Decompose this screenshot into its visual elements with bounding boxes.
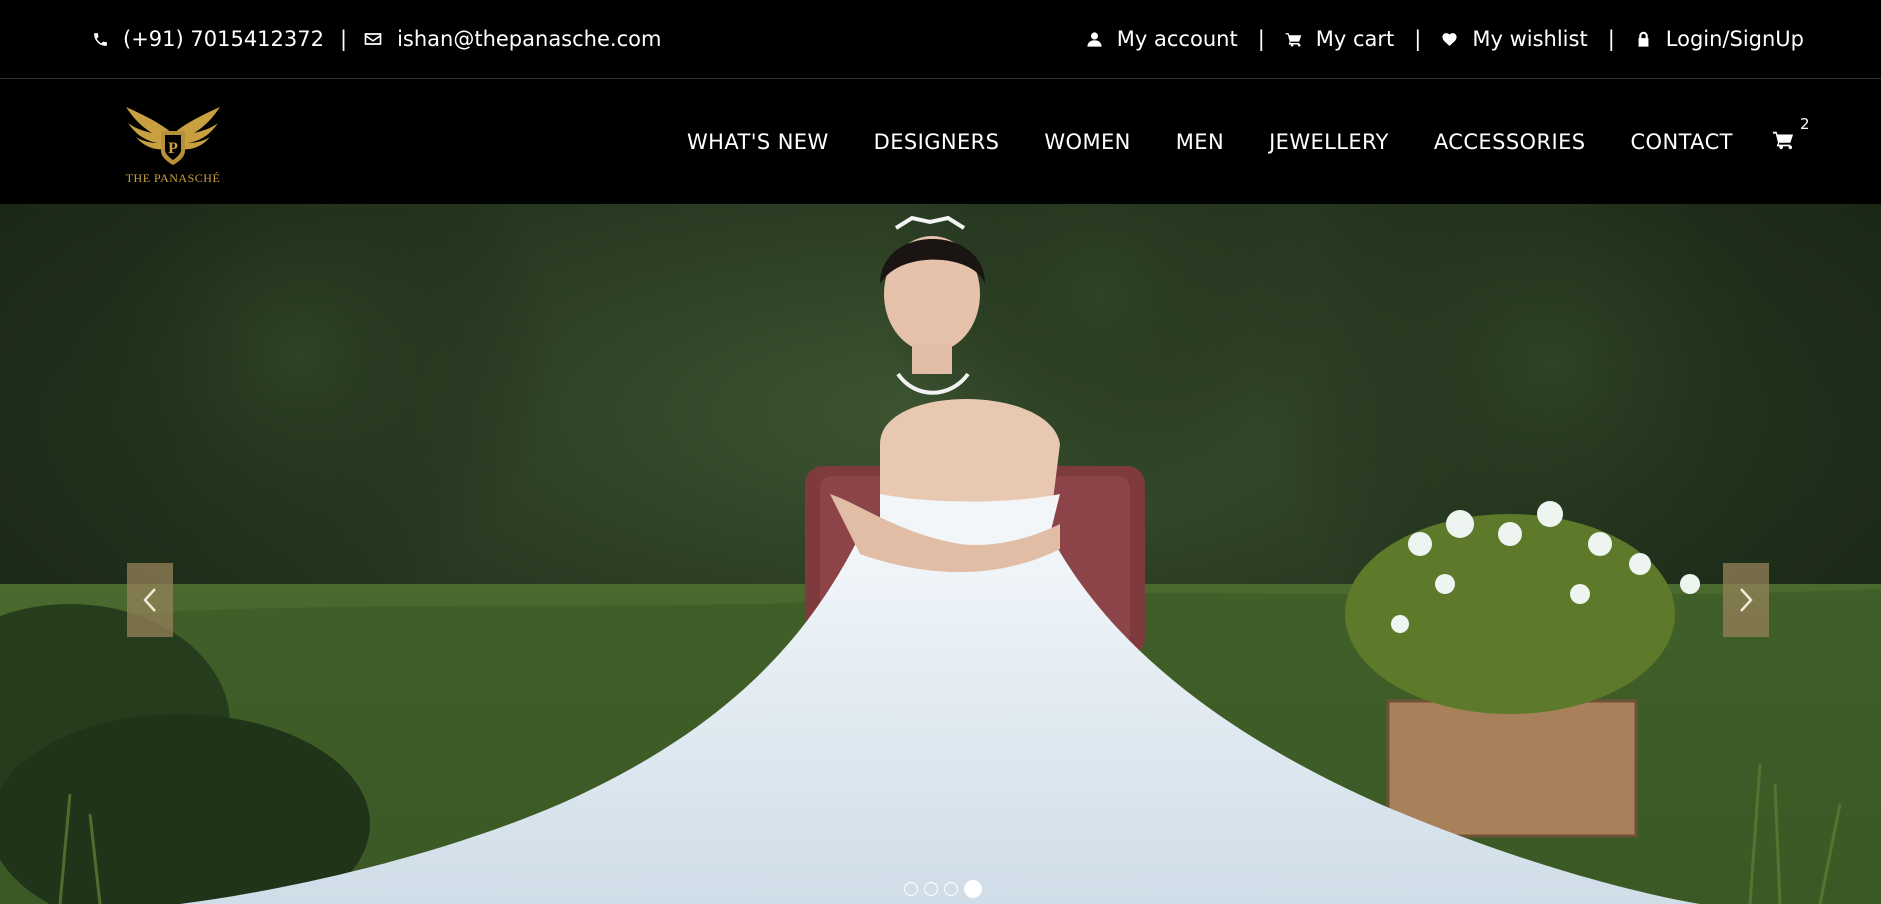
- heart-icon: [1442, 32, 1457, 46]
- main-header: P THE PANASCHÉ WHAT'S NEW DESIGNERS WOME…: [0, 79, 1881, 204]
- chevron-left-icon: [143, 588, 156, 612]
- phone-icon: [94, 32, 107, 46]
- contact-info: (+91) 7015412372 | ishan@thepanasche.com: [92, 0, 661, 78]
- hero-slider: [0, 204, 1881, 904]
- separator: |: [1607, 27, 1615, 51]
- nav-contact[interactable]: CONTACT: [1630, 130, 1732, 154]
- separator: |: [1257, 27, 1265, 51]
- slider-dot-4[interactable]: [964, 880, 982, 898]
- login-signup-label: Login/SignUp: [1665, 27, 1804, 51]
- phone-number: (+91) 7015412372: [123, 27, 324, 51]
- separator: |: [1414, 27, 1422, 51]
- slider-next-button[interactable]: [1723, 563, 1769, 637]
- slider-dot-3[interactable]: [944, 882, 958, 896]
- nav-jewellery[interactable]: JEWELLERY: [1269, 130, 1389, 154]
- user-icon: [1087, 31, 1102, 47]
- top-bar: (+91) 7015412372 | ishan@thepanasche.com…: [0, 0, 1881, 79]
- nav-men[interactable]: MEN: [1176, 130, 1224, 154]
- hero-slide-image: [0, 204, 1881, 904]
- slider-pagination: [904, 880, 982, 898]
- account-links: My account | My cart | My wishlist | Log…: [1086, 0, 1804, 78]
- slider-prev-button[interactable]: [127, 563, 173, 637]
- envelope-icon: [364, 33, 382, 45]
- separator: |: [340, 27, 348, 51]
- my-account-link[interactable]: My account: [1086, 27, 1238, 51]
- slider-dot-1[interactable]: [904, 882, 918, 896]
- my-wishlist-label: My wishlist: [1472, 27, 1588, 51]
- chevron-right-icon: [1740, 588, 1753, 612]
- panasche-logo-icon: P THE PANASCHÉ: [126, 107, 221, 185]
- header-cart-button[interactable]: [1772, 129, 1796, 153]
- svg-text:P: P: [168, 140, 178, 157]
- my-account-label: My account: [1116, 27, 1238, 51]
- nav-accessories[interactable]: ACCESSORIES: [1434, 130, 1586, 154]
- cart-count-badge: 2: [1800, 115, 1810, 133]
- my-cart-label: My cart: [1315, 27, 1395, 51]
- email-contact[interactable]: ishan@thepanasche.com: [363, 27, 661, 51]
- my-wishlist-link[interactable]: My wishlist: [1441, 27, 1588, 51]
- site-logo[interactable]: P THE PANASCHÉ: [116, 93, 230, 187]
- lock-icon: [1638, 31, 1649, 47]
- slider-dot-2[interactable]: [924, 882, 938, 896]
- logo-text: THE PANASCHÉ: [126, 171, 221, 185]
- login-signup-link[interactable]: Login/SignUp: [1635, 27, 1804, 51]
- phone-contact[interactable]: (+91) 7015412372: [92, 27, 324, 51]
- nav-whats-new[interactable]: WHAT'S NEW: [687, 130, 829, 154]
- main-nav: WHAT'S NEW DESIGNERS WOMEN MEN JEWELLERY…: [687, 79, 1778, 204]
- nav-women[interactable]: WOMEN: [1044, 130, 1130, 154]
- my-cart-link[interactable]: My cart: [1285, 27, 1395, 51]
- email-address: ishan@thepanasche.com: [397, 27, 662, 51]
- nav-designers[interactable]: DESIGNERS: [874, 130, 1000, 154]
- cart-icon: [1285, 32, 1302, 47]
- cart-icon: [1772, 131, 1794, 150]
